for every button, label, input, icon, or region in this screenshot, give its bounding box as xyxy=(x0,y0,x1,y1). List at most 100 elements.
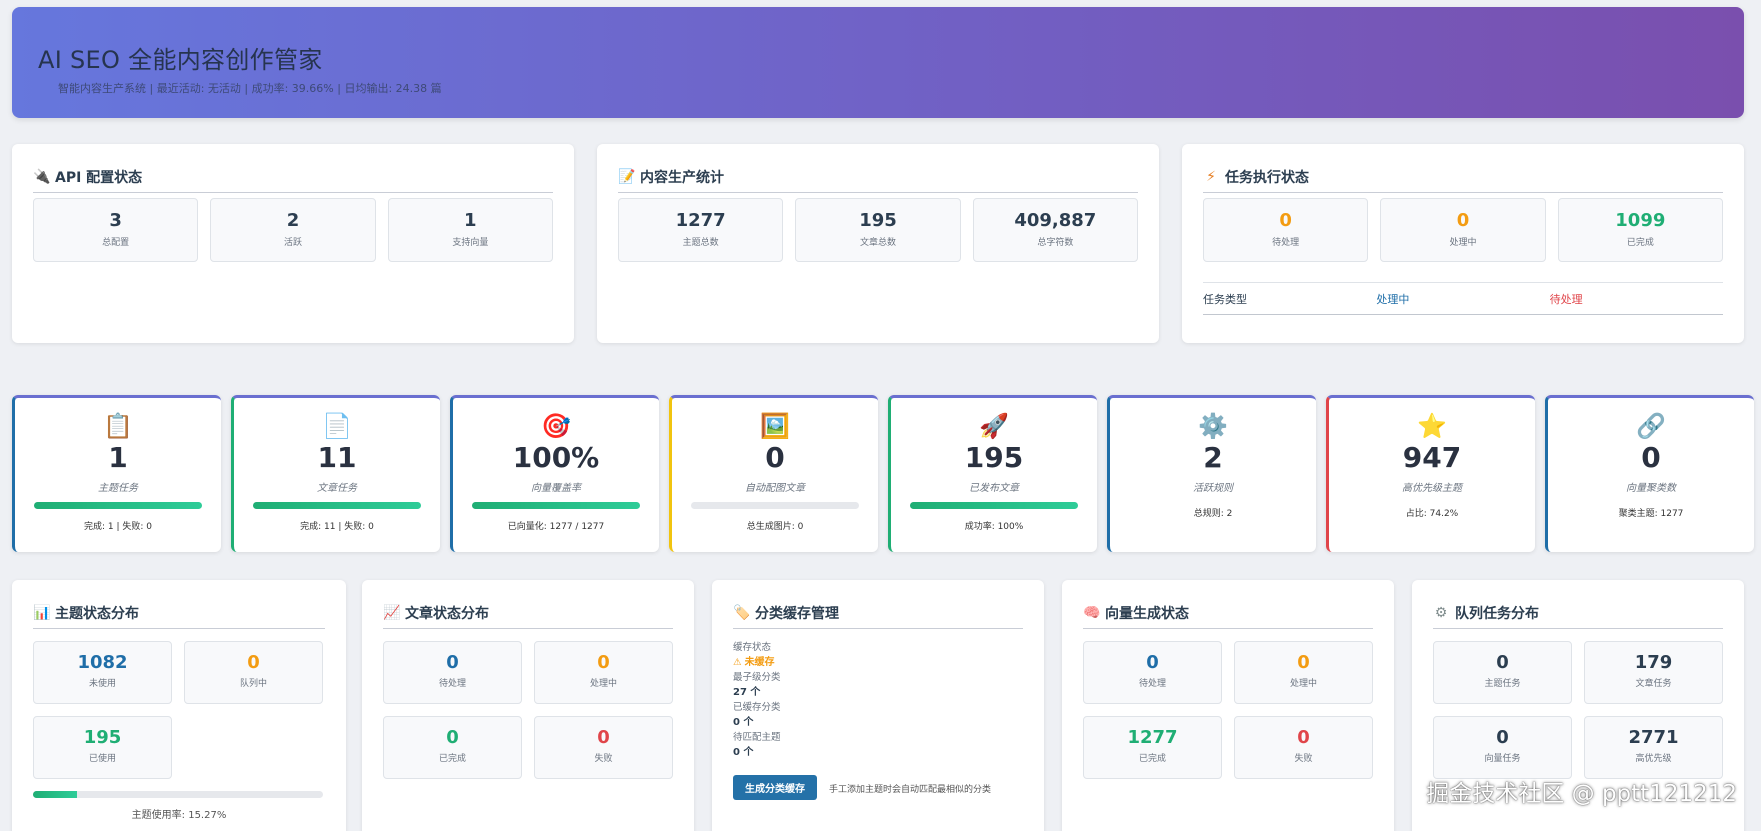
card-title: 向量生成状态 xyxy=(1105,606,1189,622)
api-config-card: 🔌 API 配置状态 3 总配置 2 活跃 1 支持向量 xyxy=(12,144,574,343)
stat-box: 179 文章任务 xyxy=(1584,641,1723,704)
stat-value: 1099 xyxy=(1615,210,1666,231)
cache-info: 缓存状态 ⚠ 未缓存 最子级分类 27 个 已缓存分类 0 个 待匹配主题 0 … xyxy=(733,640,781,760)
stat-label: 向量任务 xyxy=(1484,754,1521,764)
stat-value: 0 xyxy=(597,727,610,748)
stat-label: 主题任务 xyxy=(1484,679,1521,689)
picture-icon: 🖼️ xyxy=(760,412,790,440)
stat-card-label: 向量聚类数 xyxy=(1626,483,1676,494)
stat-box: 1 支持向量 xyxy=(387,198,553,262)
stat-value: 0 xyxy=(597,652,610,673)
stat-value: 0 xyxy=(1297,727,1310,748)
stat-card-note: 聚类主题: 1277 xyxy=(1618,509,1684,519)
stat-card-label: 已发布文章 xyxy=(969,483,1019,494)
stat-value: 0 xyxy=(1456,210,1470,231)
stat-card-progress-fill xyxy=(472,502,640,509)
stat-label: 已完成 xyxy=(438,754,466,764)
stat-value: 0 xyxy=(1279,210,1292,231)
stat-card-progress-fill xyxy=(34,502,202,509)
stat-value: 179 xyxy=(1634,652,1673,673)
stat-value: 2771 xyxy=(1628,727,1679,748)
task-table-header: 任务类型 处理中 待处理 xyxy=(1203,282,1723,315)
stat-box: 0 待处理 xyxy=(383,641,522,704)
stat-box: 195 已使用 xyxy=(33,716,172,779)
usage-progress-fill xyxy=(33,791,78,798)
stat-value: 0 xyxy=(1496,652,1509,673)
watermark: 掘金技术社区 @ pptt121212 xyxy=(1426,781,1737,807)
stat-box: 0 处理中 xyxy=(1234,641,1373,704)
stat-card-value: 1 xyxy=(108,441,128,474)
stat-card-4: 🚀 195 已发布文章 成功率: 100% xyxy=(888,395,1097,552)
stat-card-note: 成功率: 100% xyxy=(964,522,1024,532)
document-icon: 📝 xyxy=(618,169,636,185)
card-title: API 配置状态 xyxy=(55,170,143,186)
bar-chart-icon: 📊 xyxy=(33,605,51,621)
stat-card-2: 🎯 100% 向量覆盖率已向量化: 1277 / 1277 xyxy=(450,395,659,552)
stat-card-label: 主题任务 xyxy=(98,483,138,494)
stat-card-3: 🖼️ 0 自动配图文章 总生成图片: 0 xyxy=(669,395,878,552)
stat-value: 1 xyxy=(464,210,477,231)
card-title: 内容生产统计 xyxy=(640,170,724,186)
stat-card-value: 11 xyxy=(317,441,357,474)
stat-label: 失败 xyxy=(594,754,613,764)
stat-box: 1277 已完成 xyxy=(1083,716,1222,779)
stat-box: 0 待处理 xyxy=(1203,198,1369,262)
clipboard-icon: 📋 xyxy=(103,412,133,440)
stat-card-label: 文章任务 xyxy=(317,483,357,494)
stat-card-label: 向量覆盖率 xyxy=(531,483,581,494)
stat-label: 文章总数 xyxy=(859,238,896,248)
stat-card-progress-bar xyxy=(34,502,202,509)
stat-value: 0 xyxy=(446,727,459,748)
stat-card-note: 总规则: 2 xyxy=(1193,509,1233,519)
stat-label: 活跃 xyxy=(283,238,302,248)
stat-value: 2 xyxy=(286,210,300,231)
stat-box: 0 队列中 xyxy=(184,641,323,704)
card-title: 文章状态分布 xyxy=(405,606,489,622)
cache-cached-value: 0 个 xyxy=(733,717,754,728)
stat-box: 1082 未使用 xyxy=(33,641,172,704)
target-icon: 🎯 xyxy=(541,412,571,440)
topic-status-card: 📊 主题状态分布 1082 未使用 0 队列中 195 已使用 主题使用率: 15.27… xyxy=(12,580,346,831)
stat-value: 0 xyxy=(1146,652,1159,673)
stat-label: 待处理 xyxy=(1138,679,1166,689)
stat-label: 待处理 xyxy=(438,679,466,689)
stat-label: 总字符数 xyxy=(1037,238,1074,248)
cache-pending-value: 0 个 xyxy=(733,747,754,758)
page-icon: 📄 xyxy=(322,412,352,440)
stat-card-7: 🔗 0 向量聚类数 聚类主题: 1277 xyxy=(1545,395,1754,552)
generate-cache-button[interactable]: 生成分类缓存 xyxy=(733,775,817,800)
stat-card-value: 100% xyxy=(512,441,600,474)
stat-card-progress-bar xyxy=(691,502,859,509)
stat-label: 主题总数 xyxy=(682,238,719,248)
stat-card-value: 947 xyxy=(1402,441,1462,474)
lightning-icon: ⚡ xyxy=(1206,169,1216,185)
stat-card-value: 195 xyxy=(964,441,1024,474)
stat-box: 1099 已完成 xyxy=(1557,198,1723,262)
stat-value: 3 xyxy=(109,210,122,231)
stat-box: 409,887 总字符数 xyxy=(972,198,1138,262)
stat-box: 0 待处理 xyxy=(1083,641,1222,704)
stat-card-note: 完成: 1 | 失败: 0 xyxy=(84,522,152,532)
stat-card-label: 自动配图文章 xyxy=(745,483,805,494)
stat-label: 已完成 xyxy=(1626,238,1654,248)
cache-min-value: 27 个 xyxy=(733,687,761,698)
link-icon: 🔗 xyxy=(1636,412,1666,440)
stat-box: 195 文章总数 xyxy=(795,198,961,262)
stat-box: 0 向量任务 xyxy=(1433,716,1572,779)
cache-management-card: 🏷️ 分类缓存管理 缓存状态 ⚠ 未缓存 最子级分类 27 个 已缓存分类 0 个… xyxy=(712,580,1044,831)
stat-value: 1082 xyxy=(77,652,128,673)
stat-card-note: 总生成图片: 0 xyxy=(746,522,804,532)
stat-box: 1277 主题总数 xyxy=(618,198,784,262)
stat-card-value: 0 xyxy=(765,441,785,474)
usage-progress-bar xyxy=(33,791,323,798)
stat-card-progress-fill xyxy=(253,502,421,509)
stat-value: 0 xyxy=(446,652,459,673)
stat-value: 409,887 xyxy=(1014,210,1097,231)
column-header: 任务类型 xyxy=(1203,292,1247,306)
stat-card-1: 📄 11 文章任务 完成: 11 | 失败: 0 xyxy=(231,395,440,552)
stat-card-label: 高优先级主题 xyxy=(1402,483,1462,494)
stat-value: 0 xyxy=(247,652,260,673)
plug-icon: 🔌 xyxy=(33,169,51,185)
cache-status-label: 缓存状态 xyxy=(733,642,772,653)
stat-card-note: 已向量化: 1277 / 1277 xyxy=(507,522,605,532)
